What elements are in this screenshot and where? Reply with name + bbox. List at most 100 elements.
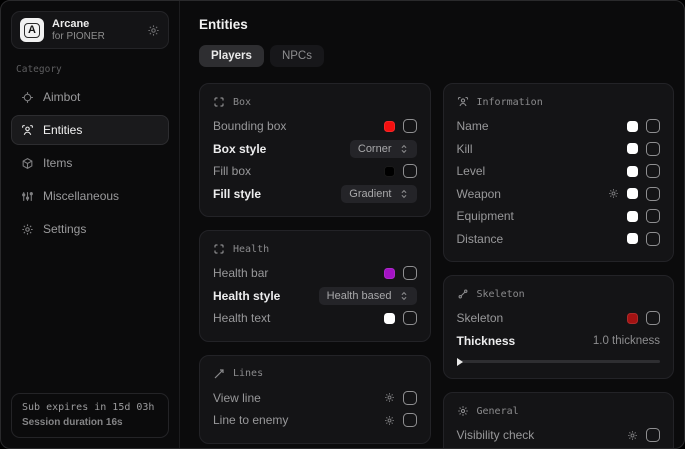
row-settings-gear-icon[interactable] — [608, 188, 619, 199]
row-settings-gear-icon[interactable] — [627, 430, 638, 441]
checkbox[interactable] — [646, 142, 660, 156]
checkbox[interactable] — [646, 119, 660, 133]
sidebar-item-items[interactable]: Items — [11, 148, 169, 178]
sidebar-item-miscellaneous[interactable]: Miscellaneous — [11, 181, 169, 211]
row-label: Box style — [213, 142, 266, 156]
color-swatch[interactable] — [627, 313, 638, 324]
dropdown-value: Corner — [358, 143, 392, 155]
color-swatch[interactable] — [627, 211, 638, 222]
row-label: Weapon — [457, 187, 501, 201]
brand-logo: A — [20, 18, 44, 42]
sidebar-item-label: Settings — [43, 222, 86, 236]
sidebar-item-entities[interactable]: Entities — [11, 115, 169, 145]
panel-skeleton: Skeleton Skeleton Thickness 1.0 thicknes… — [443, 275, 675, 379]
setting-row: View line — [213, 387, 417, 410]
sliders-icon — [21, 190, 34, 203]
color-swatch[interactable] — [627, 233, 638, 244]
panel-title: Health — [233, 244, 269, 255]
fill-style-dropdown[interactable]: Gradient — [341, 185, 416, 203]
checkbox[interactable] — [646, 209, 660, 223]
unfold-icon — [399, 144, 409, 154]
panel-lines: Lines View line Line to enemy — [199, 355, 431, 444]
sidebar-item-label: Aimbot — [43, 90, 80, 104]
frame-corners-icon — [213, 243, 225, 255]
checkbox[interactable] — [646, 311, 660, 325]
checkbox[interactable] — [646, 428, 660, 442]
main-content: Entities Players NPCs Box Bounding box — [180, 1, 684, 448]
person-scan-icon — [457, 96, 469, 108]
checkbox[interactable] — [646, 187, 660, 201]
tab-players[interactable]: Players — [199, 45, 264, 67]
checkbox[interactable] — [646, 164, 660, 178]
row-label: Bounding box — [213, 119, 286, 133]
setting-row: Fill style Gradient — [213, 183, 417, 206]
row-label: Distance — [457, 232, 504, 246]
row-label: Health bar — [213, 266, 268, 280]
color-swatch[interactable] — [627, 143, 638, 154]
setting-row: Health bar — [213, 262, 417, 285]
row-label: View line — [213, 391, 261, 405]
sub-expiry-text: Sub expires in 15d 03h — [22, 402, 158, 413]
row-label: Line to enemy — [213, 413, 288, 427]
sidebar-item-label: Miscellaneous — [43, 189, 119, 203]
checkbox[interactable] — [403, 311, 417, 325]
row-label: Thickness — [457, 334, 516, 348]
setting-row: Level — [457, 160, 661, 183]
checkbox[interactable] — [403, 391, 417, 405]
row-settings-gear-icon[interactable] — [384, 415, 395, 426]
panel-title: Skeleton — [477, 289, 525, 300]
row-label: Visibility check — [457, 428, 535, 442]
setting-row: Fill box — [213, 160, 417, 183]
setting-row: Health style Health based — [213, 285, 417, 308]
panel-title: Information — [477, 97, 543, 108]
row-label: Kill — [457, 142, 473, 156]
setting-row: Health text — [213, 307, 417, 330]
gear-icon — [457, 405, 469, 417]
setting-row: Skeleton — [457, 307, 661, 330]
box-style-dropdown[interactable]: Corner — [350, 140, 417, 158]
tab-bar: Players NPCs — [199, 45, 674, 67]
color-swatch[interactable] — [627, 166, 638, 177]
color-swatch[interactable] — [384, 166, 395, 177]
brand-settings-icon[interactable] — [147, 24, 160, 37]
setting-row: Weapon — [457, 183, 661, 206]
row-label: Level — [457, 164, 486, 178]
diagonal-line-icon — [213, 368, 225, 380]
row-label: Health style — [213, 289, 280, 303]
sidebar-item-label: Items — [43, 156, 72, 170]
setting-row: Name — [457, 115, 661, 138]
row-label: Fill box — [213, 164, 251, 178]
checkbox[interactable] — [646, 232, 660, 246]
checkbox[interactable] — [403, 119, 417, 133]
checkbox[interactable] — [403, 266, 417, 280]
panel-title: General — [477, 406, 519, 417]
row-label: Equipment — [457, 209, 514, 223]
color-swatch[interactable] — [627, 188, 638, 199]
frame-corners-icon — [213, 96, 225, 108]
thickness-slider[interactable] — [457, 360, 661, 363]
brand-card: A Arcane for PIONER — [11, 11, 169, 49]
health-style-dropdown[interactable]: Health based — [319, 287, 417, 305]
brand-subtitle: for PIONER — [52, 31, 105, 42]
checkbox[interactable] — [403, 413, 417, 427]
color-swatch[interactable] — [627, 121, 638, 132]
slider-row: Thickness 1.0 thickness — [457, 330, 661, 353]
slider-handle[interactable] — [457, 358, 463, 366]
checkbox[interactable] — [403, 164, 417, 178]
setting-row: Line to enemy — [213, 409, 417, 432]
crosshair-icon — [21, 91, 34, 104]
panel-health: Health Health bar Health style Health ba… — [199, 230, 431, 342]
color-swatch[interactable] — [384, 313, 395, 324]
sidebar-item-aimbot[interactable]: Aimbot — [11, 82, 169, 112]
page-title: Entities — [199, 17, 674, 32]
tab-npcs[interactable]: NPCs — [270, 45, 324, 67]
panel-title: Box — [233, 97, 251, 108]
color-swatch[interactable] — [384, 268, 395, 279]
sidebar: A Arcane for PIONER Category Aimbot Enti… — [1, 1, 180, 448]
sidebar-item-settings[interactable]: Settings — [11, 214, 169, 244]
setting-row: Equipment — [457, 205, 661, 228]
row-settings-gear-icon[interactable] — [384, 392, 395, 403]
color-swatch[interactable] — [384, 121, 395, 132]
setting-row: Bounding box — [213, 115, 417, 138]
unfold-icon — [399, 291, 409, 301]
